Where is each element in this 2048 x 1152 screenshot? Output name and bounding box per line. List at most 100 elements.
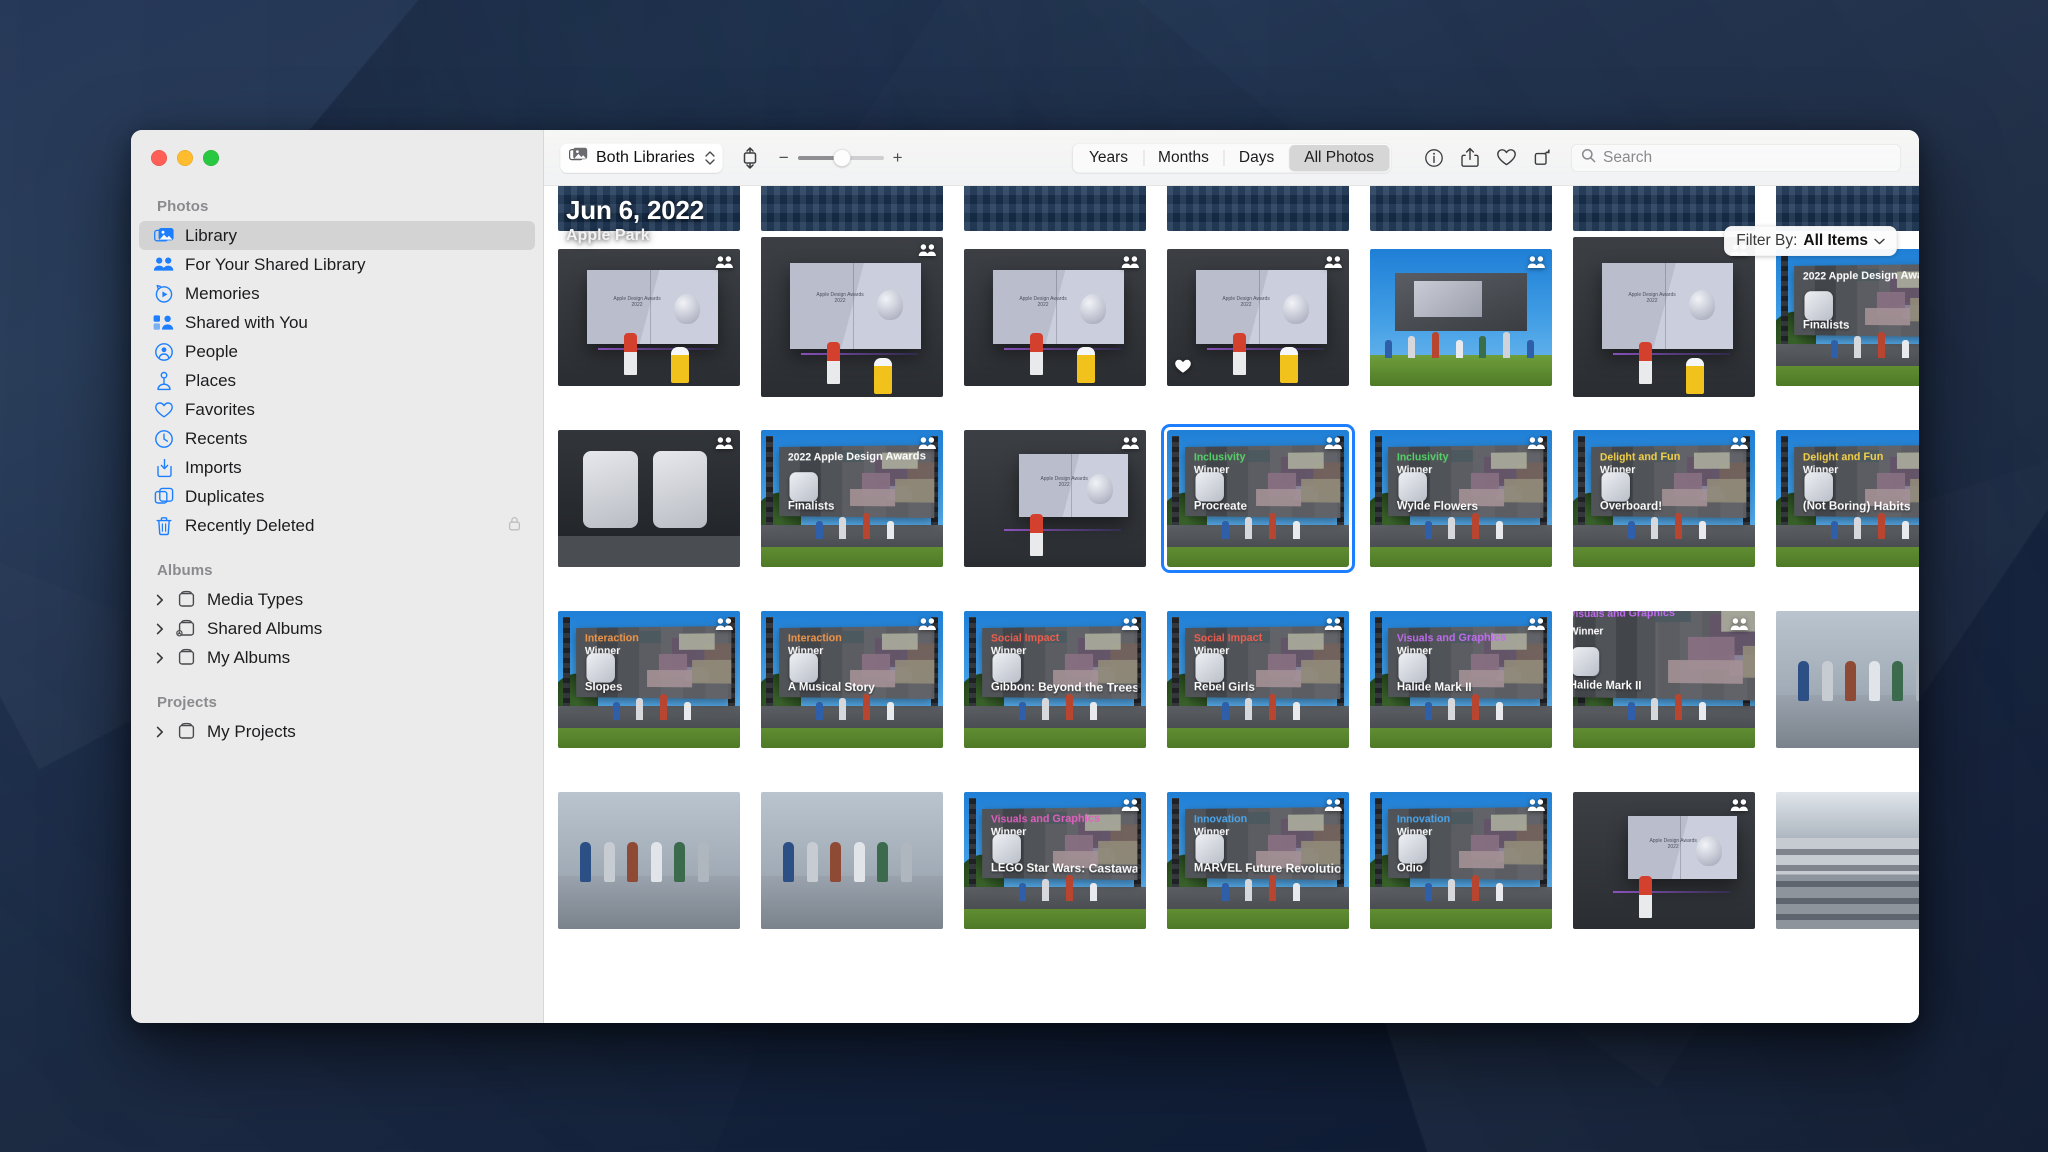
chevron-right-icon[interactable] [153, 726, 167, 738]
sidebar-item-imports[interactable]: Imports [139, 453, 535, 482]
sidebar-item-media-types[interactable]: Media Types [139, 585, 535, 614]
photo-thumbnail[interactable]: 2022 Apple Design Awards Finalists [1776, 237, 1919, 397]
photo-thumbnail[interactable]: Apple Design Awards 2022 [1573, 237, 1755, 397]
photo-thumbnail[interactable]: Innovation Winner Odio [1370, 780, 1552, 940]
sidebar-item-label: Library [185, 225, 237, 245]
close-window-button[interactable] [151, 150, 167, 166]
sidebar-item-my-albums[interactable]: My Albums [139, 643, 535, 672]
photo-thumbnail[interactable]: 2022 Apple Design Awards Finalists [761, 418, 943, 578]
photo-thumbnail[interactable]: Apple Design Awards 2022 [1167, 237, 1349, 397]
photo-thumbnail[interactable]: Delight and Fun Winner Overboard! [1573, 418, 1755, 578]
photo-thumbnail[interactable] [761, 780, 943, 940]
zoom-in-label[interactable]: + [893, 149, 903, 166]
photo-thumbnail[interactable]: Interaction Winner Slopes [558, 599, 740, 759]
photo-thumbnail[interactable]: Visuals and Graphics Winner Halide Mark … [1573, 599, 1755, 759]
photo-keynote-stage: Apple Design Awards 2022 [761, 237, 943, 397]
photo-thumbnail[interactable] [1776, 780, 1919, 940]
zoom-window-button[interactable] [203, 150, 219, 166]
photo-grid-scroll[interactable]: Jun 6, 2022 Apple Park Filter By: All It… [544, 186, 1919, 1023]
photo-thumbnail[interactable]: Apple Design Awards 2022 [1573, 780, 1755, 940]
photo-crowd [1776, 186, 1919, 231]
sidebar-item-recents[interactable]: Recents [139, 424, 535, 453]
photo-thumbnail[interactable]: Social Impact Winner Rebel Girls [1167, 599, 1349, 759]
sidebar-item-people[interactable]: People [139, 337, 535, 366]
album-folder-icon [175, 648, 197, 668]
shared-library-badge-icon [1121, 798, 1140, 817]
sidebar-item-label: Recently Deleted [185, 515, 315, 535]
chevron-right-icon[interactable] [153, 623, 167, 635]
photo-thumbnail[interactable]: Inclusivity Winner Procreate [1161, 418, 1355, 578]
photo-award-stage: Visuals and Graphics Winner LEGO Star Wa… [964, 791, 1146, 929]
photo-thumbnail[interactable] [1776, 186, 1919, 231]
photo-thumbnail[interactable] [1370, 186, 1552, 231]
library-icon [153, 226, 175, 246]
sidebar-item-label: People [185, 341, 238, 361]
share-up-arrow-icon[interactable] [1455, 144, 1485, 172]
photo-thumbnail[interactable]: Inclusivity Winner Wylde Flowers [1370, 418, 1552, 578]
photo-thumbnail[interactable]: Apple Design Awards 2022 [761, 237, 943, 397]
photo-grid-row: 2022 Apple Design Awards Finalists Apple… [558, 418, 1919, 578]
tab-months[interactable]: Months [1143, 145, 1224, 171]
sidebar-item-library[interactable]: Library [139, 221, 535, 250]
sidebar-item-shared-with-you[interactable]: Shared with You [139, 308, 535, 337]
zoom-slider[interactable]: − + [779, 149, 903, 166]
chevron-right-icon[interactable] [153, 594, 167, 606]
rotate-icon[interactable] [1527, 144, 1557, 172]
info-circle-icon[interactable] [1419, 144, 1449, 172]
photo-thumbnail[interactable]: Innovation Winner MARVEL Future Revoluti… [1167, 780, 1349, 940]
photo-thumbnail[interactable]: Interaction Winner A Musical Story [761, 599, 943, 759]
library-selector-popup[interactable]: Both Libraries [560, 142, 723, 173]
photo-award-stage: Inclusivity Winner Procreate [1167, 429, 1349, 567]
filter-by-button[interactable]: Filter By: All Items [1724, 226, 1897, 256]
photos-stack-icon [569, 147, 588, 168]
photo-thumbnail[interactable] [558, 780, 740, 940]
photo-thumbnail[interactable]: Apple Design Awards 2022 [964, 237, 1146, 397]
heart-outline-icon[interactable] [1491, 144, 1521, 172]
tab-all-photos[interactable]: All Photos [1289, 144, 1390, 171]
zoom-out-label[interactable]: − [779, 149, 789, 166]
shared-library-badge-icon [1324, 798, 1343, 817]
sidebar-item-for-your-shared-library[interactable]: For Your Shared Library [139, 250, 535, 279]
aspect-ratio-icon[interactable] [735, 144, 765, 172]
photo-group-people [558, 791, 740, 929]
zoom-slider-knob[interactable] [833, 149, 851, 166]
photo-crowd [1370, 186, 1552, 231]
minimize-window-button[interactable] [177, 150, 193, 166]
shared-library-badge-icon [1121, 436, 1140, 455]
photo-thumbnail[interactable]: Apple Design Awards 2022 [558, 237, 740, 397]
photo-thumbnail[interactable]: Social Impact Winner Gibbon: Beyond the … [964, 599, 1146, 759]
photo-thumbnail[interactable] [558, 418, 740, 578]
sidebar-item-memories[interactable]: Memories [139, 279, 535, 308]
photo-thumbnail[interactable]: Visuals and Graphics Winner LEGO Star Wa… [964, 780, 1146, 940]
photo-thumbnail[interactable] [1776, 599, 1919, 759]
tab-years[interactable]: Years [1074, 145, 1143, 171]
sidebar-item-favorites[interactable]: Favorites [139, 395, 535, 424]
photo-thumbnail[interactable] [964, 186, 1146, 231]
photo-thumbnail[interactable]: Apple Design Awards 2022 [964, 418, 1146, 578]
photo-thumbnail[interactable]: Visuals and Graphics Winner Halide Mark … [1370, 599, 1552, 759]
search-field[interactable]: Search [1571, 143, 1901, 172]
zoom-slider-track[interactable] [797, 149, 884, 166]
search-placeholder: Search [1603, 148, 1653, 166]
sidebar-item-label: My Projects [207, 721, 296, 741]
filter-by-label: Filter By: [1736, 232, 1798, 249]
photo-thumbnail[interactable] [1370, 237, 1552, 397]
clock-icon [153, 429, 175, 449]
date-location: Apple Park [566, 227, 650, 245]
sidebar-item-duplicates[interactable]: Duplicates [139, 482, 535, 511]
photo-thumbnail[interactable] [1167, 186, 1349, 231]
photo-award-stage: 2022 Apple Design Awards Finalists [761, 429, 943, 567]
sidebar-section-albums: Albums [157, 562, 213, 579]
photo-thumbnail[interactable] [761, 186, 943, 231]
photo-thumbnail[interactable] [1573, 186, 1755, 231]
photo-crowd [964, 186, 1146, 231]
toolbar: Both Libraries − + Years Months Days All… [544, 130, 1919, 186]
tab-days[interactable]: Days [1223, 145, 1289, 171]
sidebar-item-recently-deleted[interactable]: Recently Deleted [139, 511, 535, 540]
sidebar-item-places[interactable]: Places [139, 366, 535, 395]
photo-thumbnail[interactable]: Delight and Fun Winner (Not Boring) Habi… [1776, 418, 1919, 578]
sidebar-item-shared-albums[interactable]: Shared Albums [139, 614, 535, 643]
favorite-badge-icon [1174, 358, 1192, 379]
sidebar-item-my-projects[interactable]: My Projects [139, 717, 535, 746]
chevron-right-icon[interactable] [153, 652, 167, 664]
